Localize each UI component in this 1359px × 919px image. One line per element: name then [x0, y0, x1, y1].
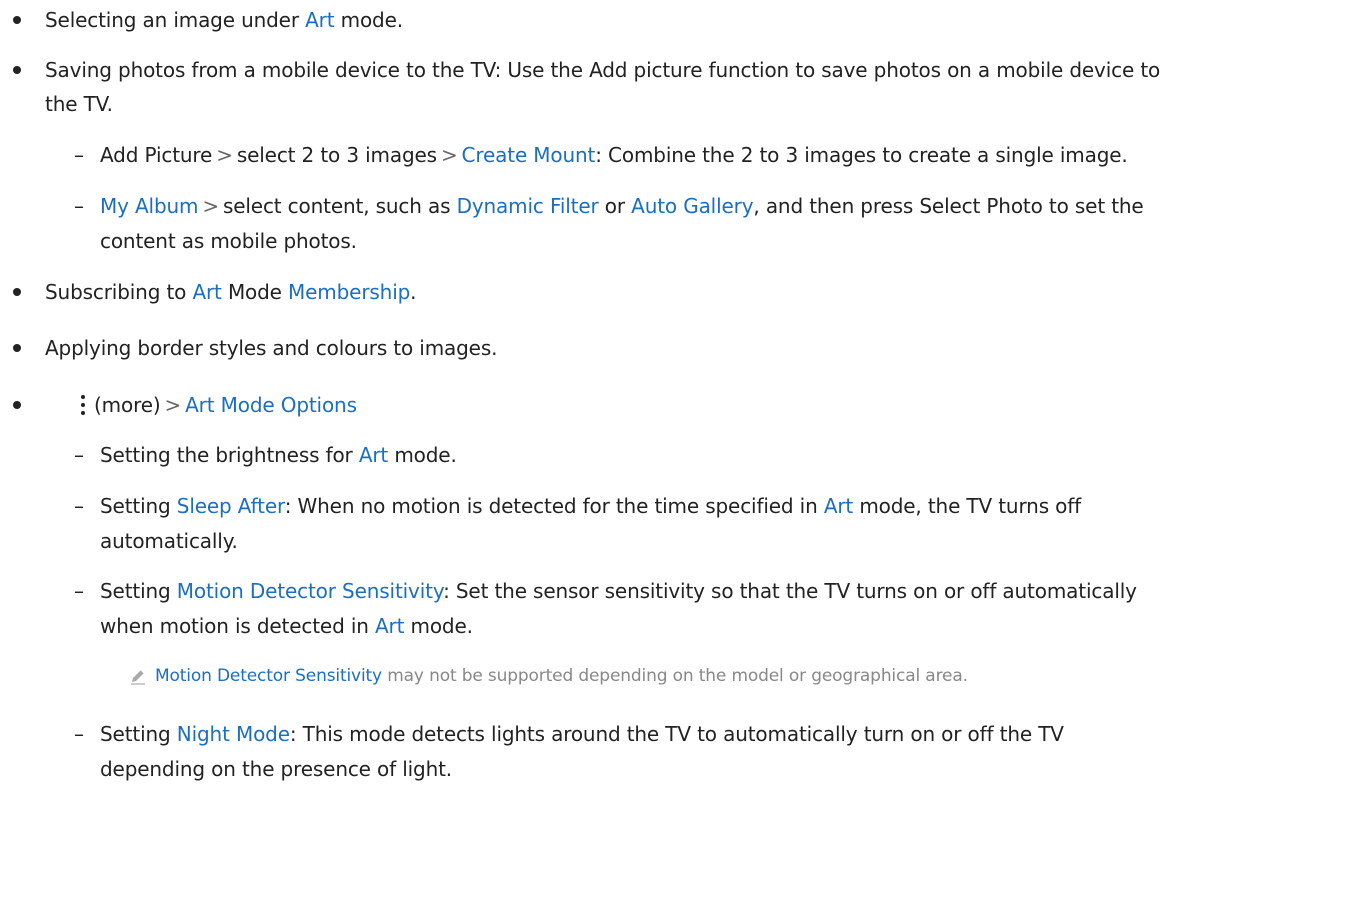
list-item-continuation: the TV. [45, 92, 113, 116]
chevron-right-icon: > [216, 143, 233, 167]
art-link[interactable]: Art [192, 280, 221, 304]
create-mount-link[interactable]: Create Mount [462, 143, 596, 167]
sub-list-item: Setting Sleep After: When no motion is d… [100, 494, 1082, 518]
night-mode-link[interactable]: Night Mode [177, 722, 290, 746]
chevron-right-icon: > [440, 143, 458, 167]
bullet-marker [13, 66, 21, 74]
list-item: Selecting an image under Art mode. [45, 8, 403, 32]
art-link[interactable]: Art [375, 614, 404, 638]
motion-detector-sensitivity-link[interactable]: Motion Detector Sensitivity [177, 579, 443, 603]
art-mode-options-link[interactable]: Art Mode Options [185, 393, 357, 417]
chevron-right-icon: > [164, 393, 182, 417]
pencil-icon [131, 669, 145, 685]
bullet-marker [13, 16, 21, 24]
dash-marker: – [74, 579, 84, 603]
dash-marker: – [74, 722, 84, 746]
sub-list-item: My Album > select content, such as Dynamic… [100, 194, 1144, 218]
sleep-after-link[interactable]: Sleep After [177, 494, 285, 518]
sub-list-item: Setting Motion Detector Sensitivity: Set… [100, 579, 1137, 603]
sub-list-item-continuation: when motion is detected in Art mode. [100, 614, 473, 638]
chevron-right-icon: > [202, 194, 219, 218]
list-item: Applying border styles and colours to im… [45, 336, 498, 360]
art-link[interactable]: Art [824, 494, 853, 518]
dash-marker: – [74, 143, 84, 167]
dash-marker: – [74, 443, 84, 467]
sub-list-item: Setting Night Mode: This mode detects li… [100, 722, 1064, 746]
list-item: Subscribing to Art Mode Membership. [45, 280, 417, 304]
bullet-marker [13, 344, 21, 352]
sub-list-item-continuation: depending on the presence of light. [100, 757, 453, 781]
sub-list-item: Setting the brightness for Art mode. [100, 443, 457, 467]
motion-detector-sensitivity-link[interactable]: Motion Detector Sensitivity [155, 666, 382, 686]
list-item: Saving photos from a mobile device to th… [45, 58, 1161, 82]
art-link[interactable]: Art [359, 443, 388, 467]
my-album-link[interactable]: My Album [100, 194, 198, 218]
art-link[interactable]: Art [305, 8, 334, 32]
more-vertical-icon [78, 394, 88, 416]
dynamic-filter-link[interactable]: Dynamic Filter [457, 194, 599, 218]
sub-list-item-continuation: automatically. [100, 529, 238, 553]
bullet-marker [13, 401, 21, 409]
auto-gallery-link[interactable]: Auto Gallery [631, 194, 753, 218]
dash-marker: – [74, 494, 84, 518]
list-item: (more) > Art Mode Options [78, 387, 357, 423]
membership-link[interactable]: Membership [288, 280, 410, 304]
dash-marker: – [74, 194, 84, 218]
note-text: Motion Detector Sensitivity may not be s… [155, 666, 968, 686]
sub-list-item: Add Picture > select 2 to 3 images > Create … [100, 143, 1128, 167]
sub-list-item-continuation: content as mobile photos. [100, 229, 357, 253]
bullet-marker [13, 288, 21, 296]
